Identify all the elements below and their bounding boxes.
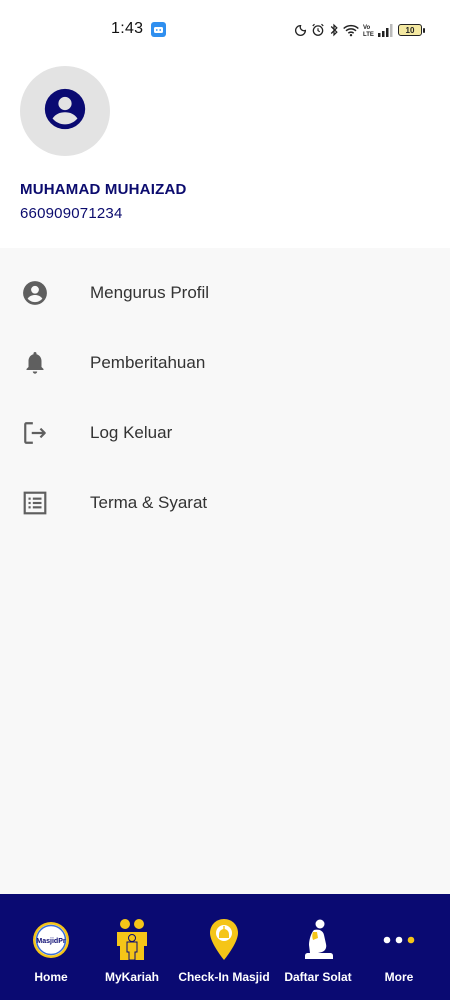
menu-item-label: Log Keluar xyxy=(90,423,173,442)
status-time: 1:43 xyxy=(111,20,144,37)
volte-icon: Vo LTE xyxy=(363,23,374,37)
account-circle-icon xyxy=(21,279,49,307)
menu-item-notifications[interactable]: Pemberitahuan xyxy=(0,328,450,398)
more-dots-icon xyxy=(377,918,421,962)
nav-label: Daftar Solat xyxy=(284,970,352,984)
svg-text:Vo: Vo xyxy=(363,25,371,31)
menu-item-label: Mengurus Profil xyxy=(90,283,210,302)
battery-level: 10 xyxy=(405,25,415,35)
bottom-navigation: MasjidPr Home MyKariah Check-In Masjid D… xyxy=(0,894,450,1000)
logout-icon xyxy=(21,419,49,447)
menu-item-label: Pemberitahuan xyxy=(90,353,206,372)
nav-label: Check-In Masjid xyxy=(178,970,270,984)
svg-text:LTE: LTE xyxy=(363,32,374,37)
menu-item-logout[interactable]: Log Keluar xyxy=(0,398,450,468)
list-document-icon xyxy=(21,489,49,517)
nav-label: Home xyxy=(34,970,68,984)
nav-label: MyKariah xyxy=(104,970,160,984)
status-bar: 1:43 Vo LTE 10 xyxy=(0,0,450,60)
nav-item-checkin-masjid[interactable]: Check-In Masjid xyxy=(174,894,274,1000)
notification-app-icon xyxy=(151,22,166,37)
masjidpro-logo-icon: MasjidPr xyxy=(29,918,73,962)
menu-item-manage-profile[interactable]: Mengurus Profil xyxy=(0,258,450,328)
alarm-icon xyxy=(311,23,325,37)
moon-icon xyxy=(294,24,307,37)
family-icon xyxy=(110,918,154,962)
menu-item-terms[interactable]: Terma & Syarat xyxy=(0,468,450,538)
logo-text: MasjidPr xyxy=(36,938,65,945)
praying-person-icon xyxy=(296,918,340,962)
mosque-pin-icon xyxy=(202,918,246,962)
nav-item-home[interactable]: MasjidPr Home xyxy=(14,894,88,1000)
wifi-icon xyxy=(343,24,359,37)
nav-item-mykariah[interactable]: MyKariah xyxy=(95,894,169,1000)
avatar[interactable] xyxy=(20,66,110,156)
nav-item-more[interactable]: More xyxy=(364,894,434,1000)
nav-item-daftar-solat[interactable]: Daftar Solat xyxy=(280,894,356,1000)
nav-label: More xyxy=(384,970,414,984)
account-circle-icon xyxy=(43,87,87,136)
battery-icon: 10 xyxy=(398,24,425,36)
bell-icon xyxy=(21,349,49,377)
profile-header: MUHAMAD MUHAIZAD 660909071234 xyxy=(0,60,450,248)
menu-item-label: Terma & Syarat xyxy=(90,493,208,512)
bluetooth-icon xyxy=(329,23,339,37)
signal-icon xyxy=(378,23,394,37)
menu-list: Mengurus Profil Pemberitahuan Log Keluar… xyxy=(0,248,450,894)
profile-id-number: 660909071234 xyxy=(20,205,123,222)
profile-name: MUHAMAD MUHAIZAD xyxy=(20,181,187,198)
status-icons: Vo LTE 10 xyxy=(294,20,425,40)
